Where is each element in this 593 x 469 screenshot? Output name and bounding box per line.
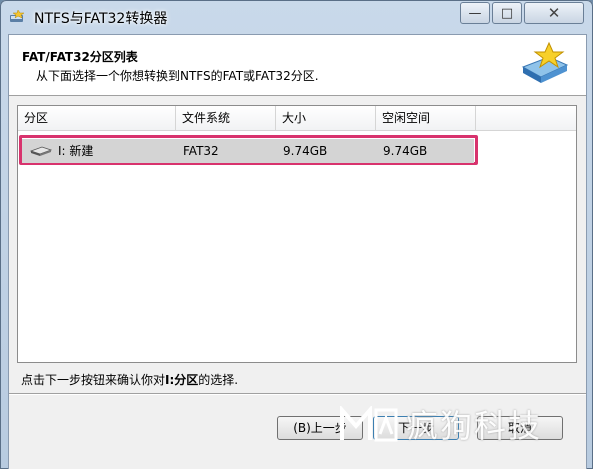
watermark: 疯狗科技 <box>338 404 543 445</box>
status-partition: I:分区 <box>165 373 199 387</box>
drive-icon <box>30 146 52 156</box>
close-button[interactable]: ✕ <box>524 2 584 24</box>
main-window: NTFS与FAT32转换器 — □ ✕ FAT/FAT32分区列表 从下面选择一… <box>0 0 593 469</box>
status-prefix: 点击下一步按钮来确认你对 <box>21 373 166 387</box>
column-free-space[interactable]: 空闲空间 <box>376 106 476 130</box>
partition-list[interactable]: 分区 文件系统 大小 空闲空间 I: 新建 FAT32 9.74GB 9.74G… <box>17 105 577 363</box>
cell-partition: I: 新建 <box>58 144 94 158</box>
column-filesystem[interactable]: 文件系统 <box>176 106 276 130</box>
column-size[interactable]: 大小 <box>276 106 376 130</box>
drive-star-icon <box>521 41 569 83</box>
status-suffix: 的选择. <box>198 373 239 387</box>
header-title: FAT/FAT32分区列表 <box>22 50 138 64</box>
table-row[interactable]: I: 新建 FAT32 9.74GB 9.74GB <box>22 139 474 163</box>
minimize-button[interactable]: — <box>460 2 490 24</box>
watermark-text: 疯狗科技 <box>406 407 543 445</box>
footer-divider <box>9 393 586 395</box>
cell-free-space: 9.74GB <box>383 144 428 158</box>
column-partition[interactable]: 分区 <box>18 106 176 130</box>
app-icon <box>10 9 25 22</box>
status-text: 点击下一步按钮来确认你对I:分区的选择. <box>21 371 238 388</box>
header-subtitle: 从下面选择一个你想转换到NTFS的FAT或FAT32分区. <box>36 69 319 83</box>
watermark-logo-icon <box>340 406 398 442</box>
window-title: NTFS与FAT32转换器 <box>34 11 168 27</box>
cell-size: 9.74GB <box>283 144 328 158</box>
wizard-header: FAT/FAT32分区列表 从下面选择一个你想转换到NTFS的FAT或FAT32… <box>9 35 586 96</box>
list-header: 分区 文件系统 大小 空闲空间 <box>18 106 576 131</box>
title-bar[interactable]: NTFS与FAT32转换器 — □ ✕ <box>0 0 593 34</box>
maximize-button[interactable]: □ <box>492 2 522 24</box>
cell-filesystem: FAT32 <box>183 144 219 158</box>
